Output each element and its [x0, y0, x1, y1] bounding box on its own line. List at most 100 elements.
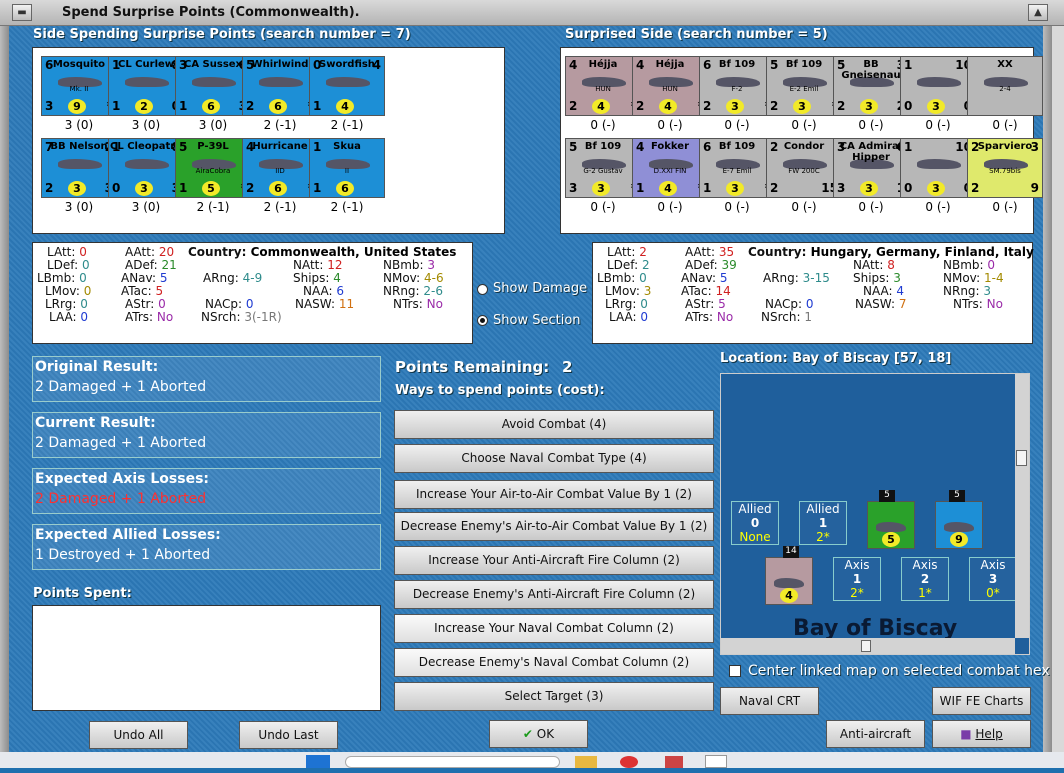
spend-option-1[interactable]: Choose Naval Combat Type (4) — [394, 444, 714, 473]
stack-count-1: 5 — [879, 490, 895, 502]
axis-box-3[interactable]: Axis 3 0* — [969, 557, 1017, 601]
stat-nbmb: NBmb: 3 — [383, 258, 436, 272]
browser-icon[interactable] — [620, 756, 638, 768]
counter-name: Bf 109 — [718, 59, 756, 70]
right_counters-counter-9[interactable]: 6Bf 109E-7 Emil1*3 — [699, 138, 775, 198]
counter-sub: HUN — [595, 85, 611, 93]
spend-option-3[interactable]: Decrease Enemy's Air-to-Air Combat Value… — [394, 512, 714, 541]
anti-aircraft-crt-button[interactable]: Anti-aircraft CRT — [826, 720, 925, 767]
counter-value-badge: 6 — [336, 181, 354, 196]
right_counters-counter-13[interactable]: 2 3 Sparviero SM.79bis 2 9 — [967, 138, 1043, 198]
stat-ntrs: NTrs: No — [953, 297, 1003, 311]
result-label: Original Result: — [35, 359, 159, 375]
left_counters-counter-2[interactable]: 36CA Sussex136 — [175, 56, 251, 116]
left_counters-counter-6[interactable]: 18CL Cleopatra033 — [108, 138, 184, 198]
axis-box-1[interactable]: Axis 1 2* — [833, 557, 881, 601]
spend-option-7[interactable]: Decrease Enemy's Naval Combat Column (2) — [394, 648, 714, 677]
right_counters-counter-12[interactable]: 110003 — [900, 138, 976, 198]
show-section-radio[interactable] — [477, 315, 488, 326]
spend-option-0[interactable]: Avoid Combat (4) — [394, 410, 714, 439]
help-button[interactable]: ■ Help — [932, 720, 1031, 748]
counter-name: Bf 109 — [718, 141, 756, 152]
result-label: Expected Allied Losses: — [35, 527, 221, 543]
spend-option-2[interactable]: Increase Your Air-to-Air Combat Value By… — [394, 480, 714, 509]
undo-all-button[interactable]: Undo All — [89, 721, 188, 749]
wif-app-icon[interactable] — [705, 755, 727, 768]
map-mosquito-counter[interactable]: 9 — [935, 501, 983, 549]
spend-option-5[interactable]: Decrease Enemy's Anti-Aircraft Fire Colu… — [394, 580, 714, 609]
allied-box-1[interactable]: Allied 1 2* — [799, 501, 847, 545]
map-vscroll[interactable] — [1015, 374, 1029, 638]
wif-fe-charts-button[interactable]: WIF FE Charts — [932, 687, 1031, 715]
undo-last-button[interactable]: Undo Last — [239, 721, 338, 749]
right_counters-counter-1[interactable]: 4HéjjaHUN2*4 — [632, 56, 708, 116]
left_counters-counter-9[interactable]: 1 Skua II 1 6 — [309, 138, 385, 198]
counter-caption: 0 (-) — [724, 200, 750, 214]
right_counters-counter-11[interactable]: 36CA Admiral Hipper313 — [833, 138, 909, 198]
counter-name: Mosquito — [52, 59, 106, 70]
help-icon: ■ — [960, 727, 972, 741]
right_counters-counter-7[interactable]: 5Bf 109G-2 Gustav3*3 — [565, 138, 641, 198]
right_counters-counter-0[interactable]: 4HéjjaHUN2*4 — [565, 56, 641, 116]
points-spent-list[interactable] — [32, 605, 381, 711]
right_counters-counter-10[interactable]: 2 Condor FW 200C 2 15 — [766, 138, 842, 198]
counter-sub: D.XXI FIN — [653, 167, 687, 175]
counter-name: BB Gneisenau — [841, 59, 901, 81]
map-p39-counter[interactable]: 5 — [867, 501, 915, 549]
counter-name: Whirlwind — [251, 59, 309, 70]
stat-adef: ADef: 21 — [125, 258, 177, 272]
folder-icon[interactable] — [575, 756, 597, 768]
app-icon[interactable] — [665, 756, 683, 768]
right_counters-counter-4[interactable]: 53BB Gneisenau223 — [833, 56, 909, 116]
start-icon[interactable] — [306, 755, 330, 768]
right_counters-counter-8[interactable]: 4FokkerD.XXI FIN1*4 — [632, 138, 708, 198]
stat-ships: Ships: 3 — [853, 271, 901, 285]
right_counters-counter-6[interactable]: XX 2-4 — [967, 56, 1043, 116]
counter-bl: 3 — [569, 181, 578, 195]
combat-map[interactable]: Allied 0 None Allied 1 2* 5 5 9 5 4 14 Axis 1… — [720, 373, 1030, 655]
left_counters-counter-3[interactable]: 5Whirlwind2*6 — [242, 56, 318, 116]
minimize-icon[interactable]: ▲ — [1028, 4, 1048, 21]
center-linked-checkbox[interactable] — [729, 665, 741, 677]
counter-caption: 0 (-) — [724, 118, 750, 132]
counter-caption: 2 (-1) — [263, 118, 297, 132]
stat-nbmb: NBmb: 0 — [943, 258, 996, 272]
counter-name: P-39L — [197, 141, 229, 152]
counter-sub: Mk. II — [69, 85, 89, 93]
right_counters-counter-3[interactable]: 5Bf 109E-2 Emil2*3 — [766, 56, 842, 116]
checkmark-icon: ✔ — [522, 727, 533, 741]
map-hscroll[interactable] — [721, 638, 1015, 654]
counter-name: Condor — [783, 141, 825, 152]
stat-ships: Ships: 4 — [293, 271, 341, 285]
left_counters-counter-7[interactable]: 5P-39LAiraCobra1*5 — [175, 138, 251, 198]
system-menu-icon[interactable]: ▬ — [12, 4, 32, 21]
allied-box-0[interactable]: Allied 0 None — [731, 501, 779, 545]
spend-option-4[interactable]: Increase Your Anti-Aircraft Fire Column … — [394, 546, 714, 575]
show-damage-label: Show Damage — [493, 281, 588, 296]
show-damage-radio[interactable] — [477, 284, 488, 295]
taskbar-search[interactable] — [345, 756, 560, 768]
left_counters-counter-0[interactable]: 6MosquitoMk. II3*9 — [41, 56, 117, 116]
left_counters-counter-5[interactable]: 72BB Nelson233 — [41, 138, 117, 198]
stat-ldef: LDef: 2 — [607, 258, 650, 272]
map-hejja-counter[interactable]: 4 — [765, 557, 813, 605]
left_counters-counter-1[interactable]: 18CL Curlew102 — [108, 56, 184, 116]
right_counters-counter-5[interactable]: 110003 — [900, 56, 976, 116]
axis-box-2[interactable]: Axis 2 1* — [901, 557, 949, 601]
counter-caption: 0 (-) — [992, 118, 1018, 132]
stat-latt: LAtt: 0 — [47, 245, 87, 259]
counter-sub: SM.79bis — [989, 167, 1021, 175]
left_counters-counter-8[interactable]: 4HurricaneIID2*6 — [242, 138, 318, 198]
counter-value-badge: 3 — [860, 99, 878, 114]
spend-option-8[interactable]: Select Target (3) — [394, 682, 714, 711]
stat-astr: AStr: 5 — [685, 297, 726, 311]
left_counters-counter-4[interactable]: 0 4 Swordfish 1 4 — [309, 56, 385, 116]
right_counters-counter-2[interactable]: 6Bf 109F-22*3 — [699, 56, 775, 116]
spend-option-6[interactable]: Increase Your Naval Combat Column (2) — [394, 614, 714, 643]
result-box-1: Current Result: 2 Damaged + 1 Aborted — [32, 412, 381, 458]
stat-atac: ATac: 14 — [681, 284, 731, 298]
ok-button[interactable]: ✔ OK — [489, 720, 588, 748]
counter-bl: 2 — [45, 181, 54, 195]
counter-bl: 1 — [313, 99, 322, 113]
naval-crt-button[interactable]: Naval CRT — [720, 687, 819, 715]
